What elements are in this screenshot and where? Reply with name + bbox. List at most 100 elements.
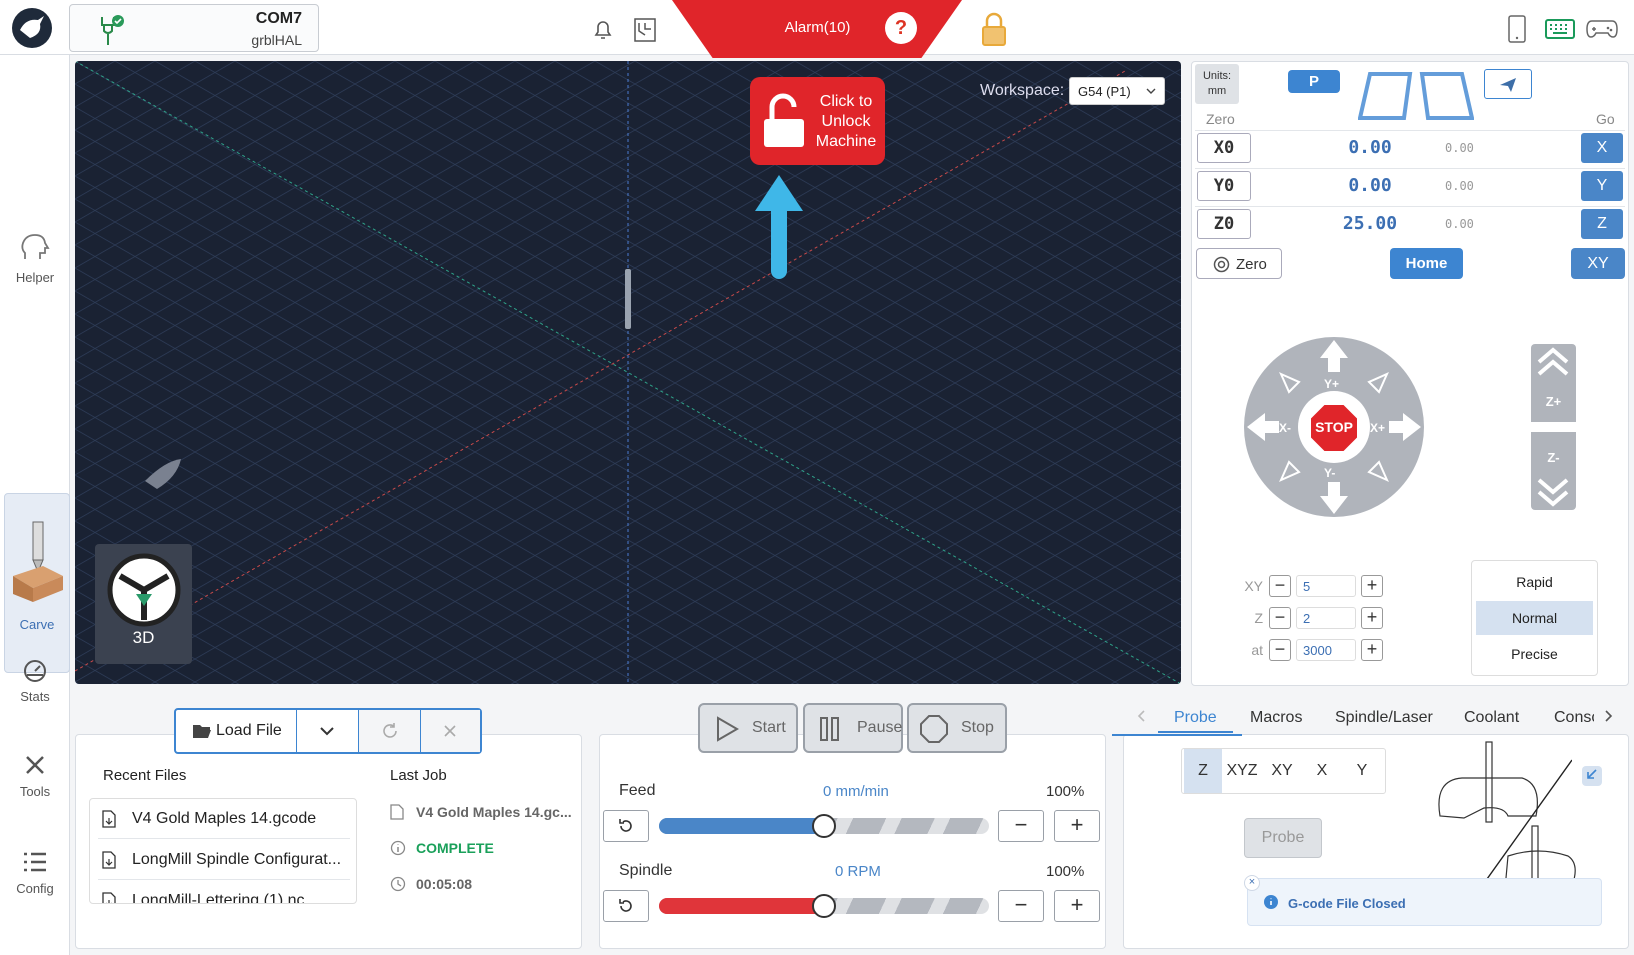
go-xy-button[interactable]: XY <box>1571 248 1625 279</box>
close-file-button[interactable] <box>421 710 480 752</box>
probe-button[interactable]: Probe <box>1244 818 1322 858</box>
speed-rapid[interactable]: Rapid <box>1476 565 1593 599</box>
spindle-reset-button[interactable] <box>603 890 649 922</box>
recent-files-list: V4 Gold Maples 14.gcode LongMill Spindle… <box>89 798 357 904</box>
bell-icon[interactable] <box>592 18 614 42</box>
step-xy-decrease[interactable]: − <box>1269 575 1291 597</box>
target-icon <box>1213 256 1230 273</box>
step-feed-decrease[interactable]: − <box>1269 639 1291 661</box>
step-feed-increase[interactable]: + <box>1361 639 1383 661</box>
recent-file-item[interactable]: LongMill Spindle Configurat... <box>98 840 350 880</box>
tabs-scroll-left-icon[interactable] <box>1136 709 1146 723</box>
home-button[interactable]: Home <box>1390 248 1463 279</box>
workspace-select-value: G54 (P1) <box>1078 84 1131 99</box>
jog-x-plus-label: X+ <box>1370 421 1386 435</box>
speed-precise[interactable]: Precise <box>1476 637 1593 671</box>
feed-reset-button[interactable] <box>603 810 649 842</box>
nav-tools[interactable]: Tools <box>0 753 70 799</box>
zero-all-button[interactable]: Zero <box>1196 248 1282 279</box>
step-feed-label: at <box>1251 642 1263 658</box>
step-xy-input[interactable] <box>1296 575 1356 597</box>
reload-file-button[interactable] <box>359 710 421 752</box>
stop-job-button[interactable]: Stop <box>907 703 1007 753</box>
nav-carve[interactable]: Carve <box>4 493 70 673</box>
tab-console[interactable]: Consc <box>1554 709 1594 727</box>
send-button[interactable] <box>1484 69 1532 99</box>
go-x-button[interactable]: X <box>1581 133 1623 163</box>
load-file-dropdown[interactable] <box>297 710 359 752</box>
load-file-button[interactable]: Load File <box>176 710 297 752</box>
start-button[interactable]: Start <box>698 703 798 753</box>
spindle-slider-knob[interactable] <box>812 894 836 918</box>
unlock-icon <box>760 91 810 151</box>
step-xy-increase[interactable]: + <box>1361 575 1383 597</box>
workspace-select[interactable]: G54 (P1) <box>1069 77 1165 105</box>
tab-coolant[interactable]: Coolant <box>1464 709 1519 727</box>
feed-slider-knob[interactable] <box>812 814 836 838</box>
speed-normal[interactable]: Normal <box>1476 601 1593 635</box>
x-position[interactable]: 0.00 <box>1315 137 1425 158</box>
dro-row-x: X0 0.00 0.00 X <box>1195 130 1625 163</box>
probe-axis-y[interactable]: Y <box>1342 749 1382 793</box>
unlock-machine-button[interactable]: Click to Unlock Machine <box>750 77 885 165</box>
stop-button[interactable]: STOP <box>1308 402 1360 454</box>
notification-toast: × G-code File Closed <box>1244 875 1602 926</box>
jog-z-minus-button[interactable]: Z- <box>1531 432 1576 510</box>
feed-decrease-button[interactable]: − <box>998 810 1044 842</box>
connection-firmware: grblHAL <box>251 32 302 48</box>
feed-label: Feed <box>619 782 656 799</box>
carve-icon <box>7 520 67 610</box>
tabs-scroll-right-icon[interactable] <box>1604 709 1614 723</box>
app-logo-icon[interactable] <box>12 8 52 48</box>
view-3d-button[interactable]: 3D <box>95 544 192 664</box>
units-toggle[interactable]: Units: mm <box>1195 64 1239 104</box>
step-z-input[interactable] <box>1296 607 1356 629</box>
connection-box[interactable]: COM7 grblHAL <box>69 4 319 52</box>
spindle-decrease-button[interactable]: − <box>998 890 1044 922</box>
tab-macros[interactable]: Macros <box>1250 709 1302 727</box>
probe-axis-x[interactable]: X <box>1302 749 1342 793</box>
lock-icon[interactable] <box>979 11 1009 47</box>
visualizer-canvas[interactable] <box>75 61 1181 684</box>
nav-helper[interactable]: Helper <box>0 233 70 285</box>
zero-x-button[interactable]: X0 <box>1197 133 1251 163</box>
probe-axis-xy[interactable]: XY <box>1262 749 1302 793</box>
go-z-button[interactable]: Z <box>1581 209 1623 239</box>
probe-axis-z[interactable]: Z <box>1184 749 1222 793</box>
step-z-increase[interactable]: + <box>1361 607 1383 629</box>
machine-profile-icon[interactable] <box>633 17 657 43</box>
pause-button[interactable]: Pause <box>803 703 903 753</box>
probe-axis-xyz[interactable]: XYZ <box>1222 749 1262 793</box>
spindle-increase-button[interactable]: + <box>1054 890 1100 922</box>
gamepad-icon[interactable] <box>1586 18 1618 40</box>
step-z-decrease[interactable]: − <box>1269 607 1291 629</box>
feed-increase-button[interactable]: + <box>1054 810 1100 842</box>
recent-file-item[interactable]: LongMill-Lettering (1).nc <box>98 881 350 903</box>
toast-close-icon[interactable]: × <box>1244 875 1260 891</box>
zero-y-button[interactable]: Y0 <box>1197 171 1251 201</box>
y-position[interactable]: 0.00 <box>1315 175 1425 196</box>
z-position[interactable]: 25.00 <box>1315 213 1425 234</box>
stop-job-label: Stop <box>961 719 994 736</box>
reset-icon <box>619 819 632 832</box>
tab-probe[interactable]: Probe <box>1158 709 1233 733</box>
tab-spindle-laser[interactable]: Spindle/Laser <box>1335 709 1433 727</box>
workspace-label: Workspace: <box>980 82 1065 99</box>
tab-probe-underline <box>1112 734 1242 736</box>
recent-file-item[interactable]: V4 Gold Maples 14.gcode <box>98 799 350 839</box>
phone-icon[interactable] <box>1506 14 1528 44</box>
p-button[interactable]: P <box>1288 70 1340 93</box>
paper-plane-icon <box>1498 76 1518 94</box>
go-y-button[interactable]: Y <box>1581 171 1623 201</box>
config-icon <box>22 850 48 874</box>
file-code-icon <box>102 892 116 903</box>
jog-z-plus-button[interactable]: Z+ <box>1531 344 1576 422</box>
nav-helper-label: Helper <box>15 270 55 285</box>
zero-z-button[interactable]: Z0 <box>1197 209 1251 239</box>
workspace-view-icon[interactable] <box>1358 70 1474 126</box>
nav-config[interactable]: Config <box>0 850 70 896</box>
keyboard-icon[interactable] <box>1545 18 1575 40</box>
nav-stats[interactable]: Stats <box>0 658 70 704</box>
step-feed-input[interactable] <box>1296 639 1356 661</box>
alarm-help-button[interactable]: ? <box>885 12 917 44</box>
